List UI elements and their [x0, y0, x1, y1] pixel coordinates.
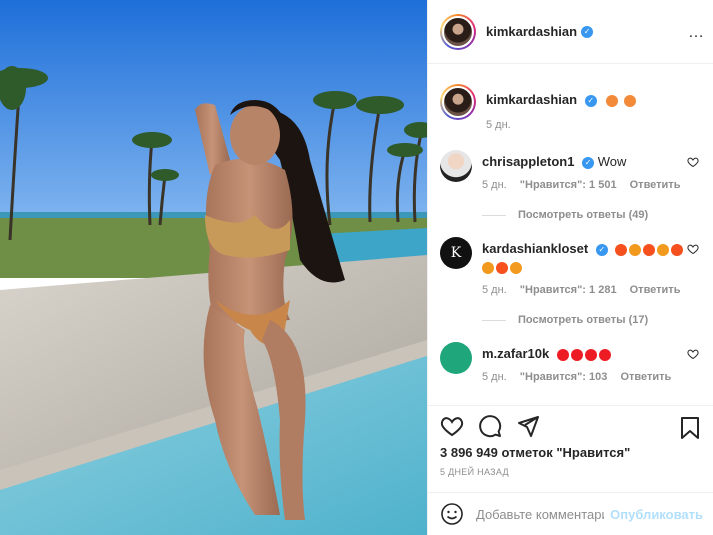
likes-count[interactable]: 3 896 949 отметок "Нравится" [440, 445, 630, 460]
commenter-username[interactable]: chrisappleton1 [482, 154, 574, 169]
commenter-username[interactable]: kardashiankloset [482, 241, 588, 256]
share-send-icon[interactable] [516, 414, 540, 438]
commenter-avatar[interactable]: K [440, 237, 472, 269]
orange-heart-emoji-icon [510, 261, 522, 274]
like-comment-heart-icon[interactable] [687, 243, 699, 255]
caption: kimkardashian ✓ 5 дн. [440, 84, 703, 131]
verified-icon: ✓ [582, 156, 595, 169]
more-options-icon[interactable]: … [688, 24, 705, 42]
post-timestamp[interactable]: 5 ДНЕЙ НАЗАД [440, 467, 509, 477]
like-comment-heart-icon[interactable] [687, 156, 699, 168]
comment-item: chrisappleton1 ✓ Wow 5 дн. "Нравится": 1… [440, 150, 703, 221]
comment-item: K kardashiankloset ✓ 5 дн. "Нравится": 1… [440, 237, 703, 326]
comment-time[interactable]: 5 дн. [482, 371, 507, 383]
post-header: kimkardashian ✓ … [428, 0, 713, 64]
caption-username[interactable]: kimkardashian [486, 92, 577, 107]
save-bookmark-icon[interactable] [679, 416, 701, 440]
red-heart-emoji-icon [556, 348, 569, 361]
author-username[interactable]: kimkardashian [486, 24, 577, 39]
comment-time[interactable]: 5 дн. [482, 284, 507, 296]
verified-icon: ✓ [584, 94, 597, 107]
reply-button[interactable]: Ответить [620, 371, 671, 383]
publish-button[interactable]: Опубликовать [610, 507, 703, 522]
view-replies-button[interactable]: Посмотреть ответы (17) [440, 314, 703, 326]
add-comment-bar: Добавьте комментарий... Опубликовать [428, 492, 713, 535]
fire-emoji-icon [496, 261, 508, 274]
peach-emoji-icon [623, 94, 636, 107]
comment-likes[interactable]: "Нравится": 1 281 [520, 284, 617, 296]
comment-text: Wow [597, 154, 627, 169]
post-actions-bar [428, 405, 713, 447]
post-side-panel: kimkardashian ✓ … kimkardashian ✓ 5 дн. [427, 0, 713, 535]
author-avatar[interactable] [440, 13, 476, 50]
red-heart-emoji-icon [584, 348, 597, 361]
view-replies-button[interactable]: Посмотреть ответы (49) [440, 209, 703, 221]
fire-emoji-icon [671, 243, 684, 256]
commenter-username[interactable]: m.zafar10k [482, 346, 549, 361]
red-heart-emoji-icon [598, 348, 611, 361]
fire-emoji-icon [615, 243, 628, 256]
caption-avatar[interactable] [440, 84, 476, 120]
comment-likes[interactable]: "Нравится": 1 501 [520, 179, 617, 191]
fire-emoji-icon [643, 243, 656, 256]
comments-list[interactable]: kimkardashian ✓ 5 дн. chrisappleton1 ✓ W… [428, 64, 713, 404]
commenter-avatar[interactable] [440, 342, 472, 374]
reply-button[interactable]: Ответить [630, 284, 681, 296]
like-heart-icon[interactable] [440, 414, 464, 438]
orange-heart-emoji-icon [629, 243, 642, 256]
comment-input[interactable]: Добавьте комментарий... [476, 507, 604, 522]
peach-emoji-icon [606, 94, 619, 107]
comment-bubble-icon[interactable] [478, 414, 502, 438]
caption-time[interactable]: 5 дн. [486, 119, 511, 131]
red-heart-emoji-icon [570, 348, 583, 361]
orange-heart-emoji-icon [657, 243, 670, 256]
reply-button[interactable]: Ответить [630, 179, 681, 191]
comment-likes[interactable]: "Нравится": 103 [520, 371, 608, 383]
comment-item: m.zafar10k 5 дн. "Нравится": 103 Ответит… [440, 342, 703, 383]
emoji-smiley-icon[interactable] [440, 502, 464, 526]
orange-heart-emoji-icon [482, 261, 494, 274]
post-photo[interactable] [0, 0, 427, 535]
comment-time[interactable]: 5 дн. [482, 179, 507, 191]
like-comment-heart-icon[interactable] [687, 348, 699, 360]
commenter-avatar[interactable] [440, 150, 472, 182]
verified-icon: ✓ [595, 243, 608, 256]
verified-icon: ✓ [581, 25, 594, 38]
